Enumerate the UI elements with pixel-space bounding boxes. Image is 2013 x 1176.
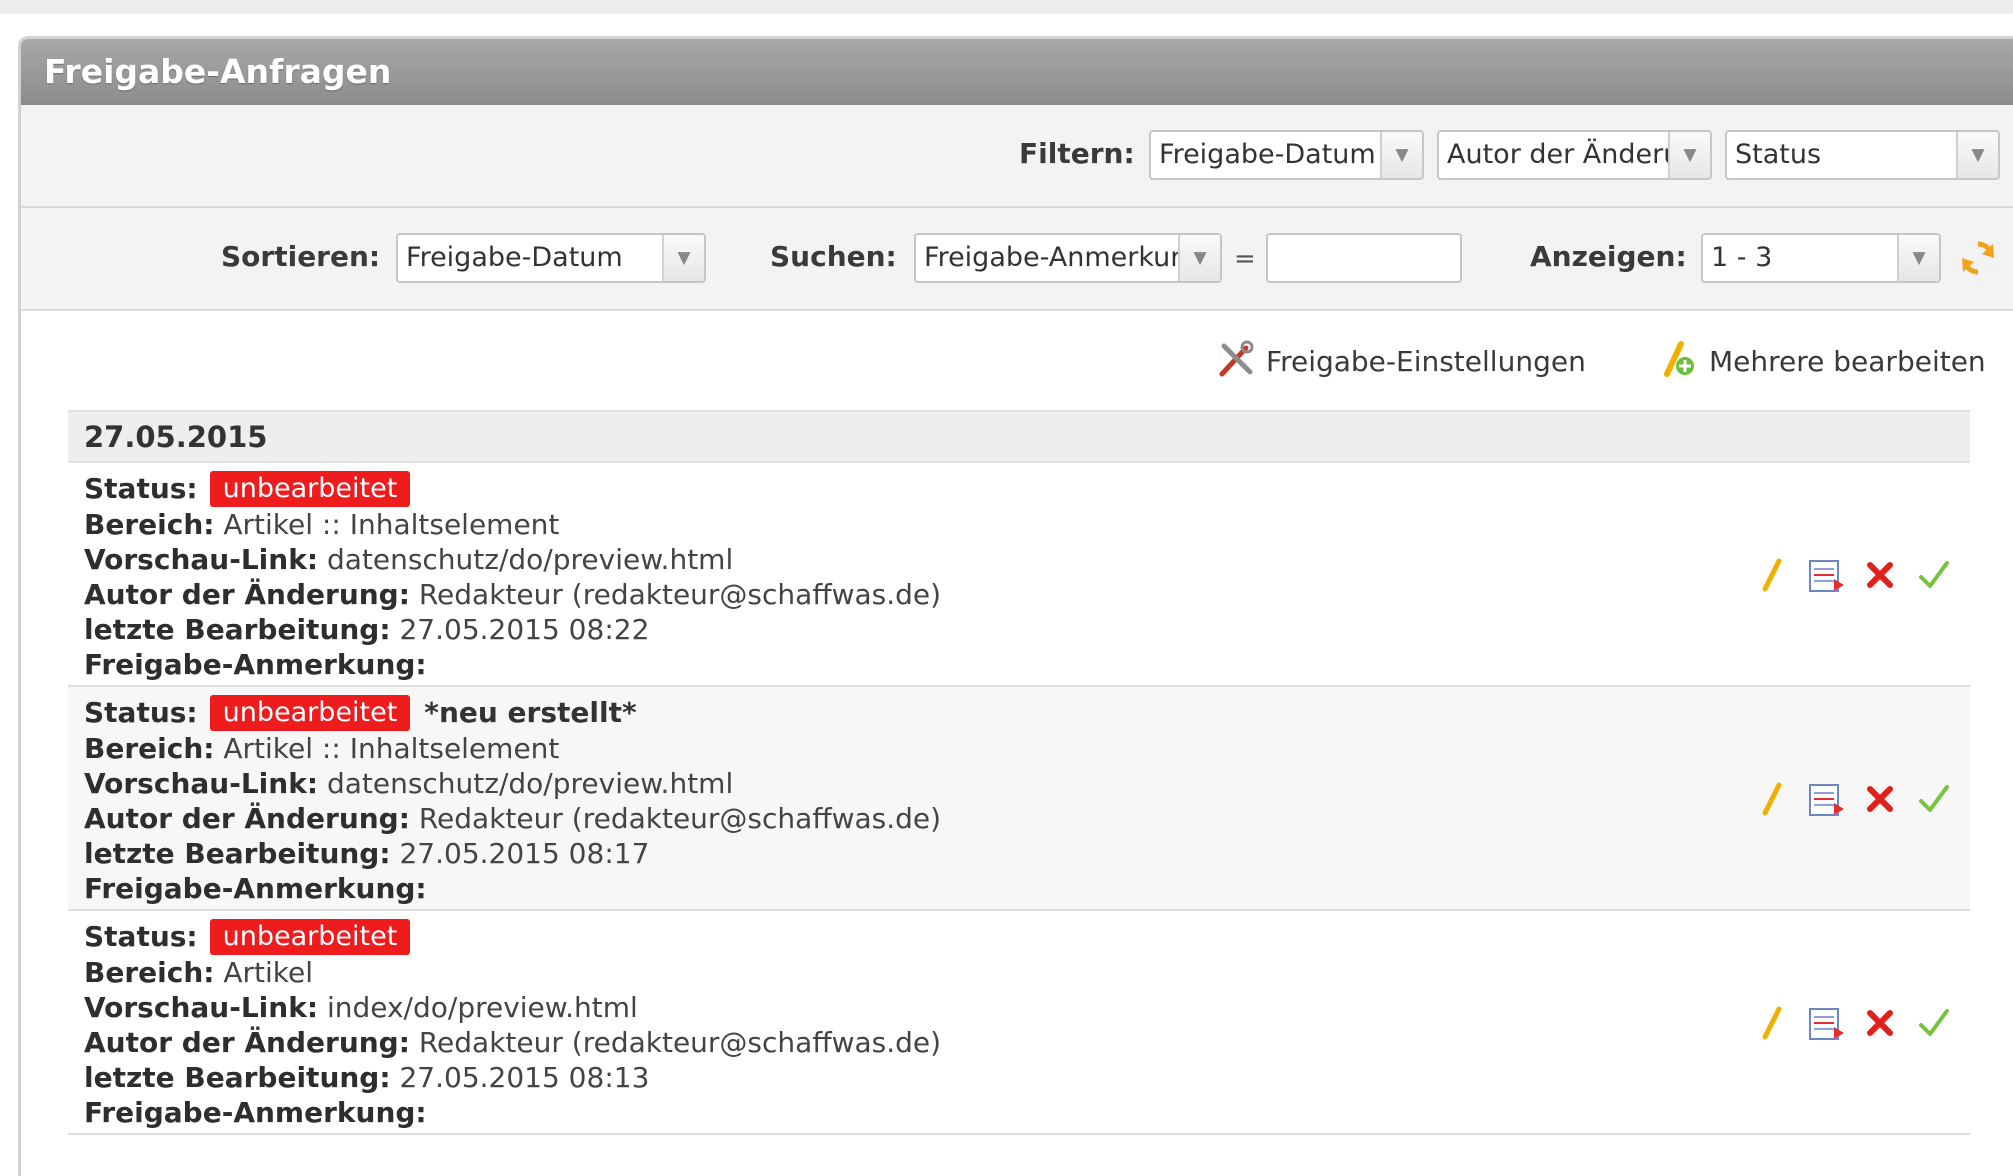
reject-icon[interactable] [1860,555,1900,595]
equals-sign: = [1234,244,1256,274]
entry-actions [1752,1003,1954,1043]
approval-settings-link[interactable]: Freigabe-Einstellungen [1216,338,1586,385]
chevron-down-icon: ▼ [1668,132,1710,178]
reject-icon[interactable] [1860,779,1900,819]
status-badge: unbearbeitet [209,695,411,731]
new-created-tag: *neu erstellt* [424,696,637,729]
status-badge: unbearbeitet [209,919,411,955]
show-label: Anzeigen: [1530,240,1687,273]
preview-link[interactable]: datenschutz/do/preview.html [327,543,733,576]
preview-link[interactable]: index/do/preview.html [327,991,638,1024]
request-entry: Status: unbearbeitet *neu erstellt* Bereic… [68,687,1970,911]
pencil-icon[interactable] [1752,555,1792,595]
pencil-icon[interactable] [1752,1003,1792,1043]
sort-search-bar: Sortieren: Freigabe-Datum ▼ Suchen: Frei… [21,208,2013,311]
diff-icon[interactable] [1806,779,1846,819]
chevron-down-icon: ▼ [662,235,704,281]
chevron-down-icon: ▼ [1178,235,1220,281]
entry-actions [1752,779,1954,819]
filter-select-author[interactable]: Autor der Änderung ▼ [1437,130,1712,180]
tools-icon [1216,338,1256,385]
diff-icon[interactable] [1806,555,1846,595]
show-range-select[interactable]: 1 - 3 ▼ [1701,233,1941,283]
sort-label: Sortieren: [221,240,381,273]
search-label: Suchen: [770,240,897,273]
search-input[interactable] [1266,233,1462,283]
preview-link[interactable]: datenschutz/do/preview.html [327,767,733,800]
diff-icon[interactable] [1806,1003,1846,1043]
edit-multiple-icon [1659,338,1699,385]
request-entry: Status: unbearbeitet Bereich: Artikel Vor… [68,911,1970,1135]
refresh-icon[interactable] [1958,238,1998,278]
status-badge: unbearbeitet [209,471,411,507]
chevron-down-icon: ▼ [1897,235,1939,281]
filter-select-date[interactable]: Freigabe-Datum ▼ [1149,130,1424,180]
accept-icon[interactable] [1914,1003,1954,1043]
request-entry: Status: unbearbeitet Bereich: Artikel :: … [68,463,1970,687]
search-field-select[interactable]: Freigabe-Anmerkung ▼ [914,233,1222,283]
accept-icon[interactable] [1914,779,1954,819]
panel-title: Freigabe-Anfragen [21,39,2013,105]
entry-actions [1752,555,1954,595]
group-date-header: 27.05.2015 [68,410,1970,463]
filter-select-status[interactable]: Status ▼ [1725,130,2000,180]
chevron-down-icon: ▼ [1380,132,1422,178]
edit-multiple-link[interactable]: Mehrere bearbeiten [1659,338,1986,385]
reject-icon[interactable] [1860,1003,1900,1043]
filter-label: Filtern: [1019,137,1135,170]
sort-select[interactable]: Freigabe-Datum ▼ [396,233,706,283]
accept-icon[interactable] [1914,555,1954,595]
filter-bar: Filtern: Freigabe-Datum ▼ Autor der Ände… [21,105,2013,208]
pencil-icon[interactable] [1752,779,1792,819]
request-group: 27.05.2015 Status: unbearbeitet Bereich: … [68,410,1970,1135]
chevron-down-icon: ▼ [1956,132,1998,178]
